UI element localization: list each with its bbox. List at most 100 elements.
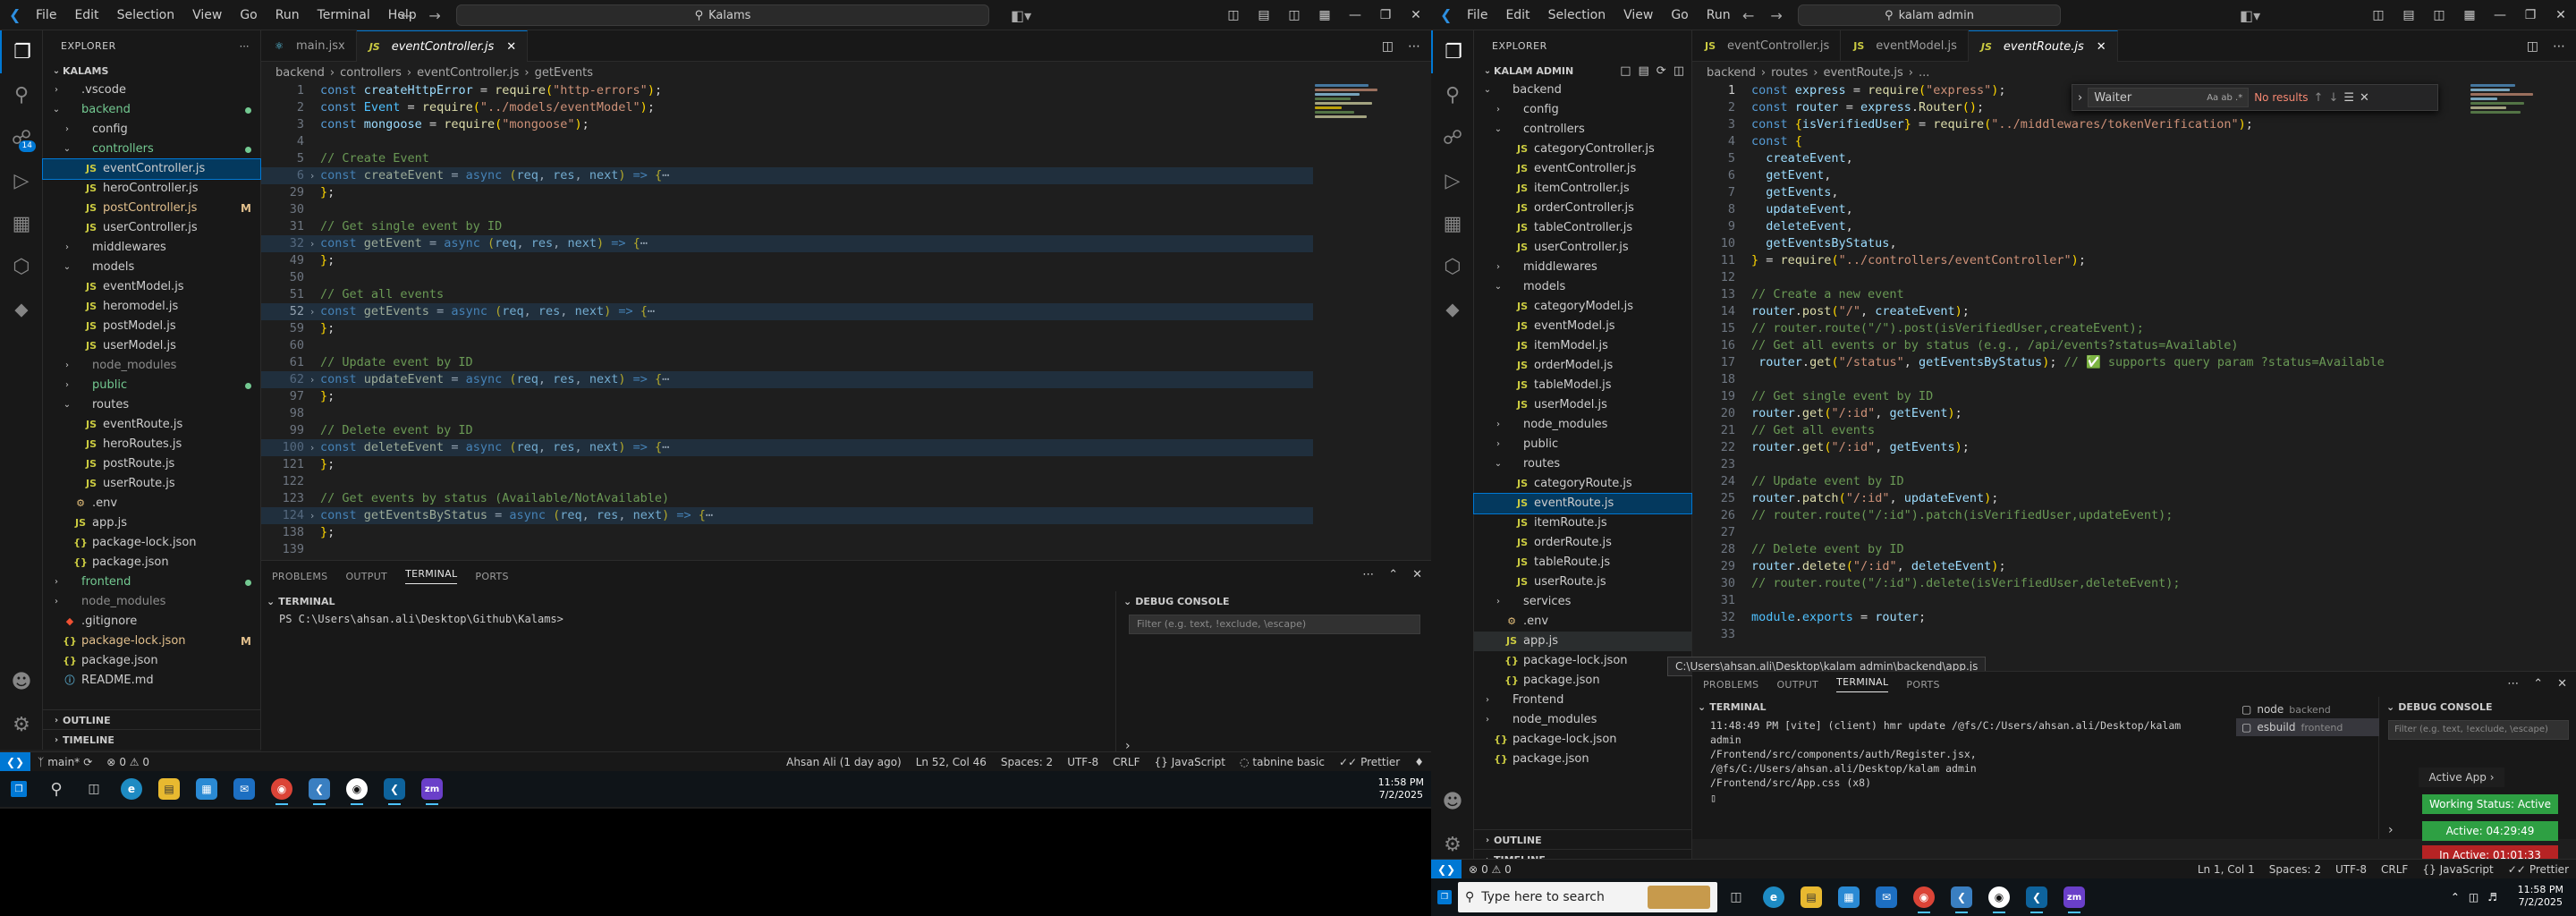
panel-tab-output[interactable]: OUTPUT [1776, 679, 1818, 691]
taskbar-search-icon[interactable]: ⚲ [38, 771, 75, 807]
chrome-icon[interactable]: ◉ [1905, 879, 1943, 915]
tree-item-public[interactable]: › public [1474, 435, 1691, 454]
maximize-panel-icon[interactable]: ⌃ [2533, 677, 2543, 691]
editor-tab-eventmodel-js[interactable]: JS eventModel.js [1841, 30, 1969, 62]
menu-item-go[interactable]: Go [240, 8, 257, 22]
tree-item-config[interactable]: › config [1474, 100, 1691, 120]
tree-item--vscode[interactable]: › .vscode [43, 81, 260, 100]
layout-sidebar-icon[interactable]: ◫ [1218, 8, 1249, 22]
breadcrumb-item[interactable]: backend [1707, 66, 1756, 80]
tree-item-tablemodel-js[interactable]: JS tableModel.js [1474, 376, 1691, 395]
remote-icon[interactable]: ❮❯ [1431, 859, 1462, 879]
tree-item-public[interactable]: › public [43, 376, 260, 395]
tree-item-package-lock-json[interactable]: {} package-lock.json [1474, 730, 1691, 750]
git-blame[interactable]: Ahsan Ali (1 day ago) [779, 756, 909, 768]
encoding[interactable]: UTF-8 [1060, 756, 1106, 768]
tree-item-tablecontroller-js[interactable]: JS tableController.js [1474, 218, 1691, 238]
restore-icon[interactable]: ❐ [1370, 8, 1401, 22]
indentation[interactable]: Spaces: 2 [2262, 863, 2328, 876]
minimap[interactable] [2470, 82, 2560, 115]
volume-icon[interactable]: ♬ [2487, 891, 2497, 903]
tree-item-usermodel-js[interactable]: JS userModel.js [43, 336, 260, 356]
remote-explorer-icon[interactable]: ⬡ [0, 245, 43, 288]
tree-item-heromodel-js[interactable]: JS heromodel.js [43, 297, 260, 317]
customize-layout-icon[interactable]: ▦ [2454, 8, 2485, 22]
breadcrumb-item[interactable]: backend [275, 66, 325, 80]
tree-item-app-js[interactable]: JS app.js [1474, 632, 1691, 651]
cursor-position[interactable]: Ln 1, Col 1 [2190, 863, 2262, 876]
code-editor[interactable]: 1 const express = require("express"); 2 con… [1692, 82, 2479, 646]
tree-item-eventmodel-js[interactable]: JS eventModel.js [1474, 317, 1691, 336]
network-icon[interactable]: ◫ [2469, 891, 2479, 903]
source-control-icon[interactable]: ☍ 14 [0, 116, 43, 159]
tree-item-node-modules[interactable]: › node_modules [1474, 710, 1691, 730]
minimap[interactable] [1315, 82, 1404, 120]
tree-item-models[interactable]: ⌄ models [43, 258, 260, 277]
panel-tab-terminal[interactable]: TERMINAL [405, 568, 458, 584]
tree-item-models[interactable]: ⌄ models [1474, 277, 1691, 297]
tree-item-package-lock-json[interactable]: {} package-lock.json [1474, 651, 1691, 671]
search-icon[interactable]: ⚲ [1431, 73, 1474, 116]
tree-item-postcontroller-js[interactable]: JS postController.js M [43, 199, 260, 218]
forward-arrow-icon[interactable]: → [428, 7, 440, 24]
debug-filter-input[interactable]: Filter (e.g. text, !exclude, \escape) [1129, 615, 1420, 634]
chrome-icon[interactable]: ◉ [263, 771, 301, 807]
breadcrumb-item[interactable]: eventRoute.js [1823, 66, 1902, 80]
forward-arrow-icon[interactable]: → [1770, 7, 1782, 24]
tree-item--gitignore[interactable]: ◆ .gitignore [43, 612, 260, 632]
manage-gear-icon[interactable]: ⚙ [0, 703, 43, 746]
prettier-status[interactable]: ✓✓ Prettier [2501, 863, 2576, 876]
toggle-replace-icon[interactable]: › [2078, 91, 2082, 105]
vscode-variant-icon[interactable]: ❮ [1943, 879, 1980, 915]
tree-item-backend[interactable]: ⌄ backend [1474, 81, 1691, 100]
minimize-icon[interactable]: — [2485, 8, 2515, 22]
store-icon[interactable]: ▦ [188, 771, 225, 807]
notifications-bell-icon[interactable]: ♦ [1407, 756, 1431, 768]
tree-item-usermodel-js[interactable]: JS userModel.js [1474, 395, 1691, 415]
find-input[interactable]: Waiter Aa ab .* [2088, 88, 2250, 107]
tree-item-categoryroute-js[interactable]: JS categoryRoute.js [1474, 474, 1691, 494]
debug-filter-input[interactable]: Filter (e.g. text, !exclude, \escape) [2388, 720, 2569, 740]
app-circle-icon[interactable]: ◉ [338, 771, 376, 807]
problems-status[interactable]: ⊗ 0 ⚠ 0 [1462, 863, 1519, 876]
editor-tab-main-jsx[interactable]: ⚛ main.jsx [261, 30, 357, 62]
close-panel-icon[interactable]: ✕ [2557, 677, 2567, 691]
more-icon[interactable]: ⋯ [2507, 677, 2519, 691]
terminal-output[interactable]: 11:48:49 PM [vite] (client) hmr update /… [1692, 717, 2229, 792]
tree-item-heroroutes-js[interactable]: JS heroRoutes.js [43, 435, 260, 454]
match-options-icon[interactable]: Aa ab .* [2207, 93, 2242, 103]
tree-item-package-json[interactable]: {} package.json [1474, 671, 1691, 691]
command-center-search[interactable]: ⚲ kalam admin [1798, 4, 2061, 26]
tree-item-eventcontroller-js[interactable]: JS eventController.js [1474, 159, 1691, 179]
menu-item-edit[interactable]: Edit [74, 8, 98, 22]
mail-icon[interactable]: ✉ [225, 771, 263, 807]
split-editor-icon[interactable]: ◫ [1382, 39, 1394, 54]
tree-item-frontend[interactable]: › frontend [43, 572, 260, 592]
extensions-icon[interactable]: ▦ [1431, 202, 1474, 245]
task-view-icon[interactable]: ◫ [75, 771, 113, 807]
close-find-icon[interactable]: ✕ [2360, 91, 2369, 105]
encoding[interactable]: UTF-8 [2328, 863, 2374, 876]
panel-tab-ports[interactable]: PORTS [475, 571, 508, 582]
editor-tab-eventroute-js[interactable]: JS eventRoute.js ✕ [1968, 30, 2118, 62]
explorer-icon[interactable]: ❐ [1431, 30, 1474, 73]
tree-item-postroute-js[interactable]: JS postRoute.js [43, 454, 260, 474]
collapse-all-icon[interactable]: ◫ [1674, 64, 1684, 78]
tray-chevron-icon[interactable]: ⌃ [2451, 891, 2460, 903]
tree-item-routes[interactable]: ⌄ routes [1474, 454, 1691, 474]
store-icon[interactable]: ▦ [1830, 879, 1868, 915]
tree-item-eventroute-js[interactable]: JS eventRoute.js [43, 415, 260, 435]
tree-item-package-json[interactable]: {} package.json [1474, 750, 1691, 769]
copilot-icon[interactable]: ◧▾ [2240, 0, 2260, 30]
tree-item-package-json[interactable]: {} package.json [43, 553, 260, 572]
more-icon[interactable]: ⋯ [1362, 568, 1374, 581]
tree-item-node-modules[interactable]: › node_modules [43, 356, 260, 376]
close-window-icon[interactable]: ✕ [2546, 8, 2576, 22]
tree-item-userroute-js[interactable]: JS userRoute.js [1474, 572, 1691, 592]
tabnine-icon[interactable]: ⬥ [1431, 288, 1474, 331]
tree-item-services[interactable]: › services [1474, 592, 1691, 612]
account-icon[interactable]: ☻ [0, 660, 43, 703]
tree-item-package-lock-json[interactable]: {} package-lock.json M [43, 632, 260, 651]
more-editor-actions-icon[interactable]: ⋯ [2553, 39, 2565, 54]
next-match-icon[interactable]: ↓ [2328, 91, 2338, 105]
